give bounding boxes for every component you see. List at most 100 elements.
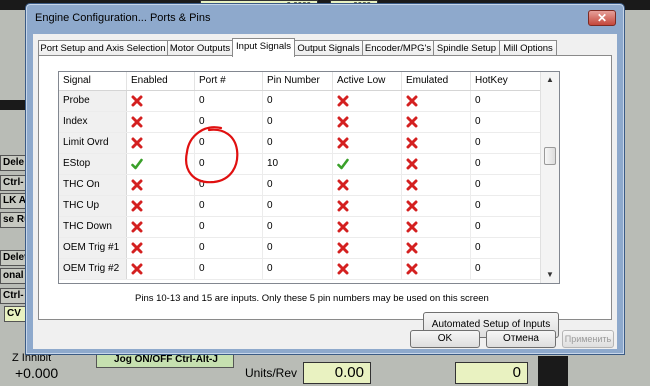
cell-active-low[interactable] xyxy=(333,154,402,174)
red-x-icon[interactable] xyxy=(337,263,349,275)
cell-port[interactable]: 0 xyxy=(195,217,263,237)
cell-active-low[interactable] xyxy=(333,238,402,258)
cell-emulated[interactable] xyxy=(402,238,471,258)
red-x-icon[interactable] xyxy=(337,95,349,107)
red-x-icon[interactable] xyxy=(406,158,418,170)
table-row[interactable]: Probe 0 0 0 xyxy=(59,91,541,112)
red-x-icon[interactable] xyxy=(131,263,143,275)
cell-port[interactable]: 0 xyxy=(195,154,263,174)
table-row[interactable]: Limit Ovrd 0 0 0 xyxy=(59,133,541,154)
red-x-icon[interactable] xyxy=(406,95,418,107)
tab-encoder-mpg[interactable]: Encoder/MPG's xyxy=(362,40,434,56)
tab-motor-outputs[interactable]: Motor Outputs xyxy=(167,40,233,56)
cell-emulated[interactable] xyxy=(402,217,471,237)
cell-enabled[interactable] xyxy=(127,238,195,258)
red-x-icon[interactable] xyxy=(406,242,418,254)
close-button[interactable]: ✕ xyxy=(588,10,616,26)
column-header-enabled[interactable]: Enabled xyxy=(127,72,195,90)
cell-emulated[interactable] xyxy=(402,133,471,153)
cell-emulated[interactable] xyxy=(402,196,471,216)
cell-hotkey[interactable]: 0 xyxy=(471,154,541,174)
red-x-icon[interactable] xyxy=(131,242,143,254)
red-x-icon[interactable] xyxy=(337,221,349,233)
table-row[interactable]: THC Up 0 0 0 xyxy=(59,196,541,217)
red-x-icon[interactable] xyxy=(131,116,143,128)
cell-active-low[interactable] xyxy=(333,196,402,216)
cell-pin[interactable]: 0 xyxy=(263,133,333,153)
red-x-icon[interactable] xyxy=(131,179,143,191)
green-check-icon[interactable] xyxy=(131,158,143,170)
cell-emulated[interactable] xyxy=(402,154,471,174)
tab-spindle-setup[interactable]: Spindle Setup xyxy=(433,40,500,56)
cell-emulated[interactable] xyxy=(402,259,471,279)
cell-pin[interactable]: 0 xyxy=(263,112,333,132)
cell-enabled[interactable] xyxy=(127,154,195,174)
ok-button[interactable]: OK xyxy=(410,330,480,348)
cell-pin[interactable]: 0 xyxy=(263,217,333,237)
cell-enabled[interactable] xyxy=(127,112,195,132)
red-x-icon[interactable] xyxy=(131,95,143,107)
table-row[interactable]: OEM Trig #2 0 0 0 xyxy=(59,259,541,280)
cell-emulated[interactable] xyxy=(402,91,471,111)
cell-port[interactable]: 0 xyxy=(195,133,263,153)
cell-hotkey[interactable]: 0 xyxy=(471,91,541,111)
cell-active-low[interactable] xyxy=(333,175,402,195)
column-header-signal[interactable]: Signal xyxy=(59,72,127,90)
cell-enabled[interactable] xyxy=(127,196,195,216)
cell-pin[interactable]: 0 xyxy=(263,196,333,216)
cell-port[interactable]: 0 xyxy=(195,112,263,132)
cell-hotkey[interactable]: 0 xyxy=(471,217,541,237)
scroll-down-arrow-icon[interactable]: ▼ xyxy=(546,270,554,279)
cell-hotkey[interactable]: 0 xyxy=(471,196,541,216)
cell-pin[interactable]: 0 xyxy=(263,175,333,195)
red-x-icon[interactable] xyxy=(406,221,418,233)
cell-enabled[interactable] xyxy=(127,133,195,153)
cell-enabled[interactable] xyxy=(127,175,195,195)
cell-enabled[interactable] xyxy=(127,259,195,279)
red-x-icon[interactable] xyxy=(131,221,143,233)
cell-pin[interactable]: 0 xyxy=(263,259,333,279)
red-x-icon[interactable] xyxy=(337,137,349,149)
table-row[interactable]: Index 0 0 0 xyxy=(59,112,541,133)
column-header-hotkey[interactable]: HotKey xyxy=(471,72,541,90)
cell-hotkey[interactable]: 0 xyxy=(471,112,541,132)
cell-enabled[interactable] xyxy=(127,217,195,237)
cell-pin[interactable]: 0 xyxy=(263,91,333,111)
cell-hotkey[interactable]: 0 xyxy=(471,238,541,258)
red-x-icon[interactable] xyxy=(406,137,418,149)
cell-port[interactable]: 0 xyxy=(195,91,263,111)
cell-pin[interactable]: 0 xyxy=(263,238,333,258)
column-header-emulated[interactable]: Emulated xyxy=(402,72,471,90)
cell-hotkey[interactable]: 0 xyxy=(471,175,541,195)
cell-hotkey[interactable]: 0 xyxy=(471,259,541,279)
title-bar[interactable]: Engine Configuration... Ports & Pins ✕ xyxy=(26,4,624,30)
cell-port[interactable]: 0 xyxy=(195,238,263,258)
red-x-icon[interactable] xyxy=(406,179,418,191)
column-header-port[interactable]: Port # xyxy=(195,72,263,90)
column-header-pin[interactable]: Pin Number xyxy=(263,72,333,90)
red-x-icon[interactable] xyxy=(337,200,349,212)
tab-output-signals[interactable]: Output Signals xyxy=(294,40,363,56)
table-row[interactable]: OEM Trig #1 0 0 0 xyxy=(59,238,541,259)
tab-input-signals[interactable]: Input Signals xyxy=(232,38,295,57)
red-x-icon[interactable] xyxy=(406,116,418,128)
tab-mill-options[interactable]: Mill Options xyxy=(499,40,557,56)
red-x-icon[interactable] xyxy=(337,242,349,254)
cell-active-low[interactable] xyxy=(333,112,402,132)
cell-active-low[interactable] xyxy=(333,91,402,111)
red-x-icon[interactable] xyxy=(337,179,349,191)
table-row[interactable]: THC Down 0 0 0 xyxy=(59,217,541,238)
cell-active-low[interactable] xyxy=(333,217,402,237)
cell-emulated[interactable] xyxy=(402,175,471,195)
cell-pin[interactable]: 10 xyxy=(263,154,333,174)
red-x-icon[interactable] xyxy=(131,200,143,212)
scroll-up-arrow-icon[interactable]: ▲ xyxy=(546,75,554,84)
vertical-scrollbar[interactable]: ▲ ▼ xyxy=(540,72,559,283)
cell-active-low[interactable] xyxy=(333,259,402,279)
cell-hotkey[interactable]: 0 xyxy=(471,133,541,153)
cell-port[interactable]: 0 xyxy=(195,259,263,279)
cancel-button[interactable]: Отмена xyxy=(486,330,556,348)
cell-enabled[interactable] xyxy=(127,91,195,111)
red-x-icon[interactable] xyxy=(406,200,418,212)
red-x-icon[interactable] xyxy=(337,116,349,128)
